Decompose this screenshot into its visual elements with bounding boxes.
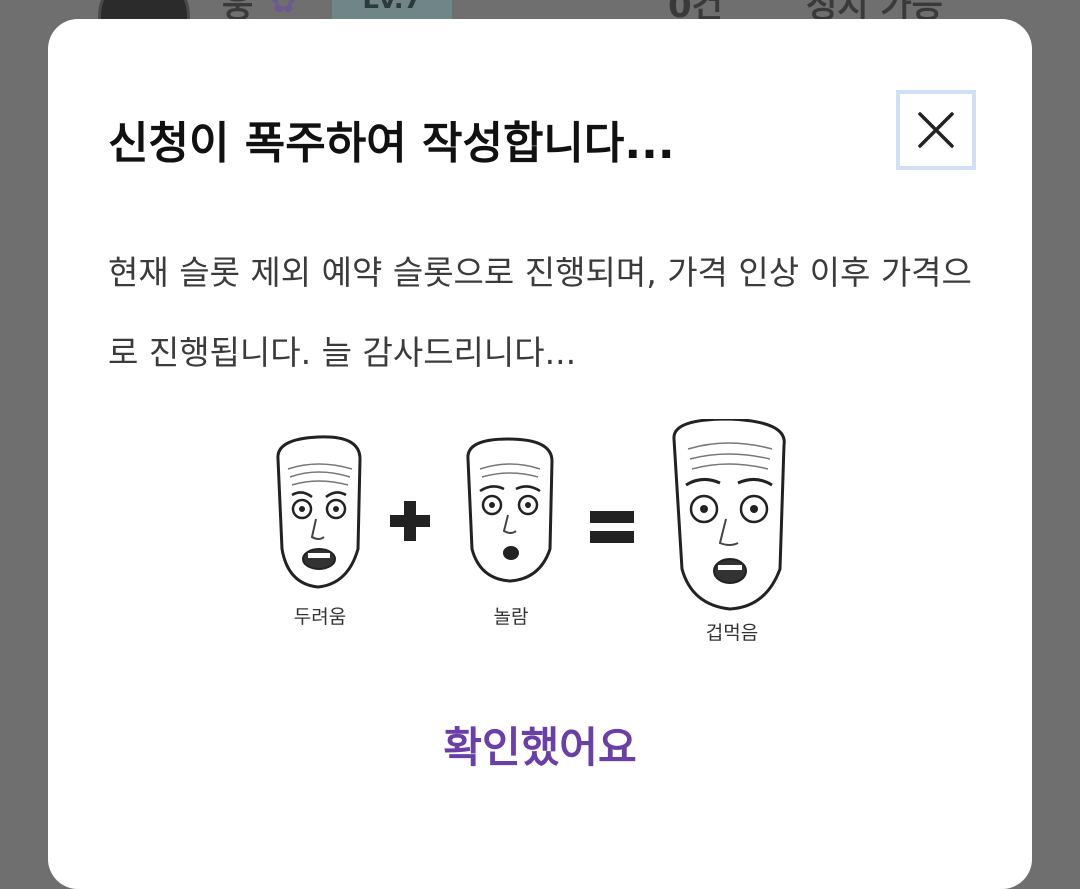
fright-face [672, 419, 786, 611]
surprise-face [466, 437, 554, 583]
close-button[interactable] [896, 90, 976, 170]
modal-message: 현재 슬롯 제외 예약 슬롯으로 진행되며, 가격 인상 이후 가격으로 진행됩… [108, 253, 972, 372]
meme-label-fear: 두려움 [294, 606, 346, 628]
background-page: 웅 ✿ Lv.7 0건 정지 가능 [0, 0, 1080, 20]
equals-sign [590, 511, 634, 543]
modal-title: 신청이 폭주하여 작성합니다... [108, 118, 675, 169]
emotion-meme-image: 두려움 놀람 겁먹음 [276, 419, 786, 644]
fear-face [276, 435, 362, 589]
level-badge: Lv.7 [332, 0, 452, 20]
confirm-button[interactable]: 확인했어요 [388, 709, 692, 779]
plus-sign [390, 501, 430, 541]
background-user-name: 웅 [222, 0, 254, 20]
background-count: 0건 [668, 0, 723, 20]
notice-modal: 신청이 폭주하여 작성합니다... 현재 슬롯 제외 예약 슬롯으로 진행되며,… [48, 19, 1032, 889]
close-icon [918, 112, 954, 148]
background-status: 정지 가능 [806, 0, 943, 20]
meme-label-fright: 겁먹음 [706, 622, 758, 644]
flower-badge-icon: ✿ [270, 0, 297, 20]
meme-label-surprise: 놀람 [494, 606, 529, 628]
avatar [98, 0, 190, 20]
